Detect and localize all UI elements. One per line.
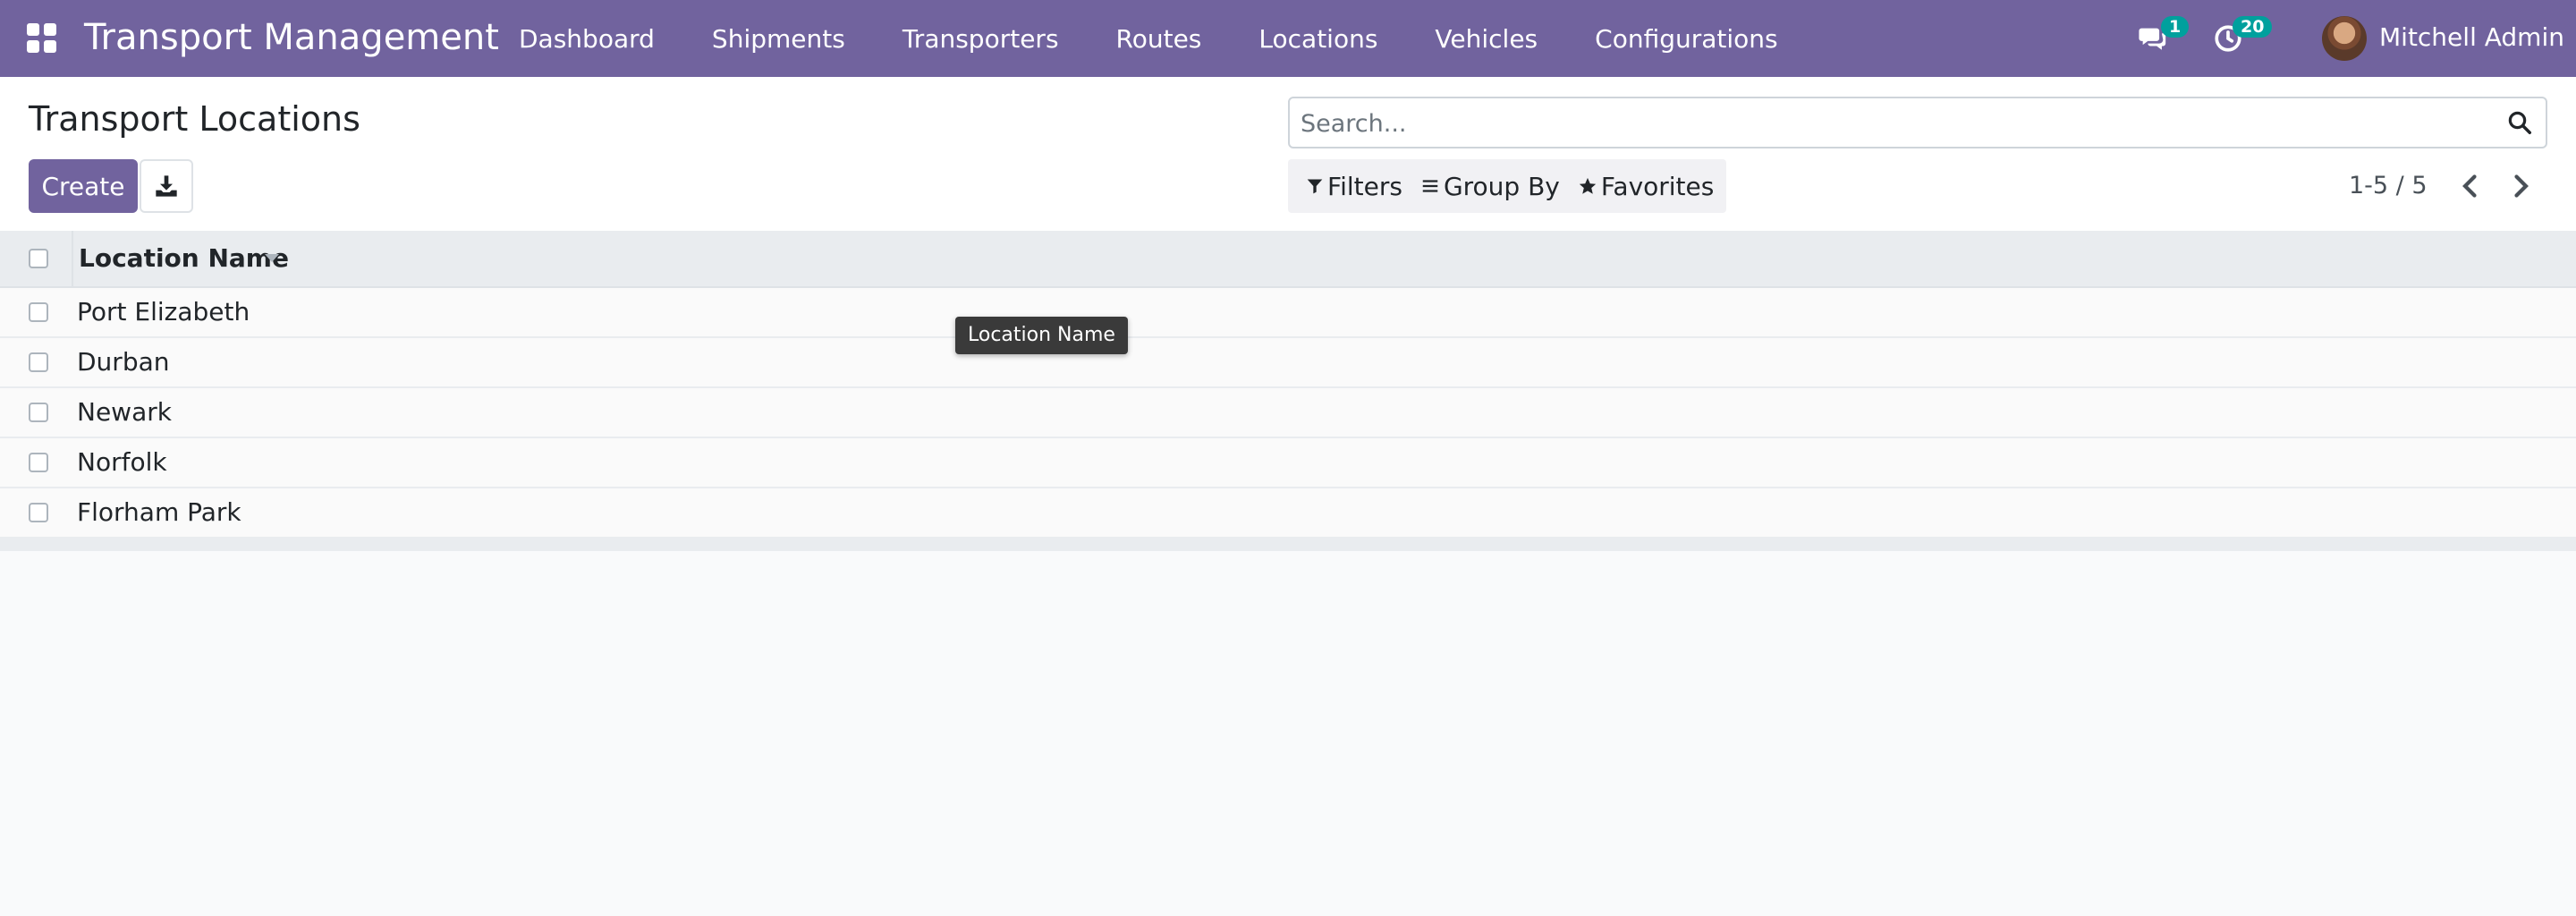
filters-label: Filters xyxy=(1327,171,1402,201)
download-icon xyxy=(156,175,177,197)
column-tooltip: Location Name xyxy=(955,317,1128,354)
messages-badge: 1 xyxy=(2161,16,2190,38)
search-box xyxy=(1288,97,2547,148)
row-checkbox[interactable] xyxy=(29,403,48,422)
table-row[interactable]: Florham Park xyxy=(0,488,2576,539)
menu-item-locations[interactable]: Locations xyxy=(1258,24,1377,54)
export-button[interactable] xyxy=(140,159,193,213)
location-name-cell[interactable]: Norfolk xyxy=(77,447,167,478)
favorites-toggle[interactable]: Favorites xyxy=(1578,172,1714,201)
table-row[interactable]: Durban xyxy=(0,338,2576,388)
control-panel: Transport Locations Create Filters Group… xyxy=(0,77,2576,233)
menu-item-dashboard[interactable]: Dashboard xyxy=(519,24,655,54)
search-icon[interactable] xyxy=(2506,109,2533,136)
table-row[interactable]: Newark xyxy=(0,388,2576,438)
main-menu: Dashboard Shipments Transporters Routes … xyxy=(519,0,1835,77)
pager-previous-icon[interactable] xyxy=(2454,170,2487,202)
table-row[interactable]: Norfolk xyxy=(0,438,2576,488)
column-divider xyxy=(72,231,73,286)
row-checkbox[interactable] xyxy=(29,352,48,372)
search-input[interactable] xyxy=(1299,98,2474,148)
row-checkbox[interactable] xyxy=(29,302,48,322)
group-by-toggle[interactable]: Group By xyxy=(1420,172,1560,201)
row-checkbox[interactable] xyxy=(29,503,48,522)
search-options: Filters Group By Favorites xyxy=(1288,159,1726,213)
location-name-cell[interactable]: Port Elizabeth xyxy=(77,297,250,327)
pager-value[interactable]: 1-5 / 5 xyxy=(2349,170,2428,202)
location-name-cell[interactable]: Florham Park xyxy=(77,497,242,528)
location-name-cell[interactable]: Durban xyxy=(77,347,170,377)
select-all-checkbox[interactable] xyxy=(29,249,48,268)
column-header-location-name[interactable]: Location Name xyxy=(79,243,289,274)
user-menu[interactable]: Mitchell Admin xyxy=(2379,21,2564,54)
bars-icon xyxy=(1422,180,1438,192)
user-avatar[interactable] xyxy=(2322,16,2367,61)
pager-next-icon[interactable] xyxy=(2504,170,2537,202)
app-title[interactable]: Transport Management xyxy=(84,14,499,61)
filter-icon xyxy=(1307,179,1323,194)
filters-toggle[interactable]: Filters xyxy=(1306,172,1402,201)
apps-menu-icon[interactable] xyxy=(27,23,57,54)
group-by-label: Group By xyxy=(1443,171,1560,201)
menu-item-configurations[interactable]: Configurations xyxy=(1595,24,1777,54)
page-title: Transport Locations xyxy=(29,99,360,139)
top-navbar: Transport Management Dashboard Shipments… xyxy=(0,0,2576,77)
table-header: Location Name xyxy=(0,231,2576,288)
table-footer xyxy=(0,539,2576,551)
table-row[interactable]: Port Elizabeth xyxy=(0,288,2576,338)
favorites-label: Favorites xyxy=(1600,171,1715,201)
row-checkbox[interactable] xyxy=(29,453,48,472)
menu-item-routes[interactable]: Routes xyxy=(1116,24,1202,54)
star-icon xyxy=(1579,177,1597,194)
create-button[interactable]: Create xyxy=(29,159,138,213)
menu-item-transporters[interactable]: Transporters xyxy=(902,24,1059,54)
location-name-cell[interactable]: Newark xyxy=(77,397,172,428)
menu-item-shipments[interactable]: Shipments xyxy=(712,24,845,54)
activities-badge: 20 xyxy=(2233,16,2273,38)
menu-item-vehicles[interactable]: Vehicles xyxy=(1435,24,1538,54)
sort-caret-icon xyxy=(265,254,279,262)
list-view: Location Name Port Elizabeth Durban Newa… xyxy=(0,231,2576,551)
